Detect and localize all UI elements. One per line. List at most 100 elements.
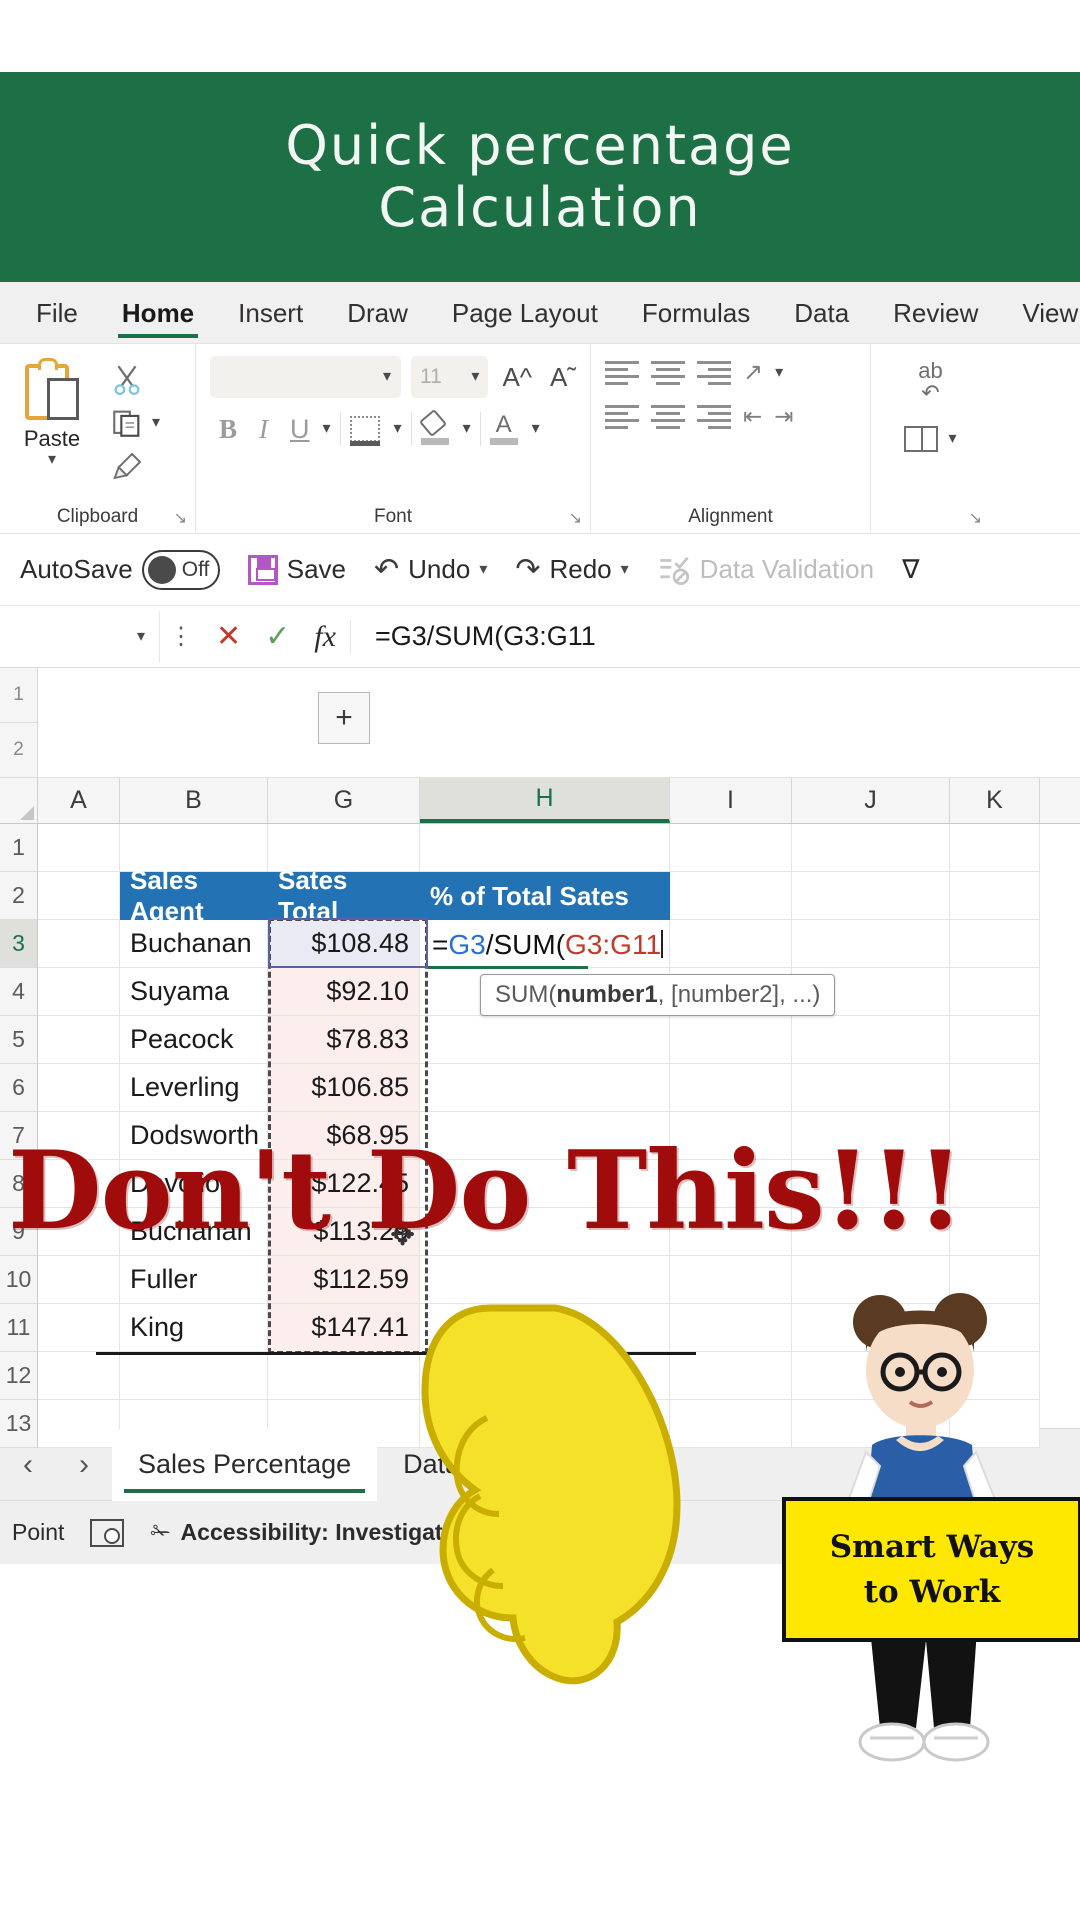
- cell-i5[interactable]: [670, 1016, 792, 1064]
- wrap-text-icon[interactable]: ab ↶: [918, 360, 942, 404]
- ribbon-tab-formulas[interactable]: Formulas: [620, 282, 772, 344]
- bold-button[interactable]: B: [210, 414, 246, 445]
- ribbon-tab-page-layout[interactable]: Page Layout: [430, 282, 620, 344]
- cell-k9[interactable]: [950, 1208, 1040, 1256]
- merge-center-icon[interactable]: [904, 426, 939, 452]
- cell-k3[interactable]: [950, 920, 1040, 968]
- qat-more-button[interactable]: ∇: [888, 554, 933, 585]
- select-all-corner[interactable]: [0, 778, 38, 823]
- align-right-icon[interactable]: [697, 404, 731, 429]
- ribbon-tab-home[interactable]: Home: [100, 282, 216, 344]
- font-name-input[interactable]: ▾: [210, 356, 402, 398]
- cell-i10[interactable]: [670, 1256, 792, 1304]
- cell-i1[interactable]: [670, 824, 792, 872]
- cell-h10[interactable]: [420, 1256, 670, 1304]
- underline-button[interactable]: U: [281, 414, 319, 445]
- chevron-down-icon[interactable]: ▾: [479, 561, 487, 578]
- row-header-11[interactable]: 11: [0, 1304, 37, 1352]
- cell-k2[interactable]: [950, 872, 1040, 920]
- cell-formula-editor[interactable]: =G3/SUM(G3:G11: [430, 928, 666, 961]
- header-percent-of-total[interactable]: % of Total Sates: [420, 872, 670, 920]
- cell-j2[interactable]: [792, 872, 950, 920]
- cell-k7[interactable]: [950, 1112, 1040, 1160]
- grow-font-button[interactable]: A^: [498, 362, 536, 393]
- column-header-j[interactable]: J: [792, 778, 950, 823]
- cell-j1[interactable]: [792, 824, 950, 872]
- cell-a12[interactable]: [38, 1352, 120, 1400]
- shrink-font-button[interactable]: A˜: [546, 362, 580, 393]
- cell-i6[interactable]: [670, 1064, 792, 1112]
- header-sales-agent[interactable]: Sales Agent: [120, 865, 268, 926]
- formula-bar-options-button[interactable]: ⋮: [160, 622, 202, 651]
- cell-j3[interactable]: [792, 920, 950, 968]
- row-header-12[interactable]: 12: [0, 1352, 37, 1400]
- paste-button[interactable]: Paste ▾: [0, 352, 104, 502]
- data-validation-button[interactable]: Data Validation: [643, 554, 888, 585]
- cancel-formula-button[interactable]: ✕: [202, 619, 255, 654]
- row-header-3[interactable]: 3: [0, 920, 37, 968]
- cell-a3[interactable]: [38, 920, 120, 968]
- undo-button[interactable]: ↶ Undo ▾: [360, 552, 501, 587]
- column-header-a[interactable]: A: [38, 778, 120, 823]
- cell-i3[interactable]: [670, 920, 792, 968]
- cell-b10[interactable]: Fuller: [120, 1256, 268, 1304]
- ribbon-tab-insert[interactable]: Insert: [216, 282, 325, 344]
- cell-b6[interactable]: Leverling: [120, 1064, 268, 1112]
- cell-a5[interactable]: [38, 1016, 120, 1064]
- cell-g5[interactable]: $78.83: [268, 1016, 420, 1064]
- autosave-toggle[interactable]: Off: [141, 549, 220, 590]
- cell-k8[interactable]: [950, 1160, 1040, 1208]
- align-top-icon[interactable]: [605, 360, 639, 385]
- ribbon-tab-file[interactable]: File: [14, 282, 100, 344]
- cell-h6[interactable]: [420, 1064, 670, 1112]
- align-middle-icon[interactable]: [651, 360, 685, 385]
- column-header-b[interactable]: B: [120, 778, 268, 823]
- cell-a6[interactable]: [38, 1064, 120, 1112]
- column-header-g[interactable]: G: [268, 778, 420, 823]
- column-header-k[interactable]: K: [950, 778, 1040, 823]
- row-header-1[interactable]: 1: [0, 824, 37, 872]
- cell-g4[interactable]: $92.10: [268, 968, 420, 1016]
- chevron-down-icon[interactable]: ▾: [394, 421, 402, 437]
- align-left-icon[interactable]: [605, 404, 639, 429]
- cell-b4[interactable]: Suyama: [120, 968, 268, 1016]
- next-sheet-button[interactable]: ›: [56, 1448, 112, 1482]
- alignment-dialog-launcher[interactable]: ↘: [969, 508, 982, 528]
- chevron-down-icon[interactable]: ▾: [775, 364, 783, 381]
- cell-b5[interactable]: Peacock: [120, 1016, 268, 1064]
- enter-formula-button[interactable]: ✓: [255, 619, 300, 654]
- orientation-icon[interactable]: ↗: [743, 358, 763, 387]
- cell-b12[interactable]: [120, 1352, 268, 1400]
- format-painter-button[interactable]: [110, 450, 146, 482]
- row-header-2[interactable]: 2: [0, 872, 37, 920]
- chevron-down-icon[interactable]: ▾: [621, 561, 629, 578]
- cell-h1[interactable]: [420, 824, 670, 872]
- cell-k4[interactable]: [950, 968, 1040, 1016]
- cell-b11[interactable]: King: [120, 1304, 268, 1352]
- cell-g10[interactable]: $112.59: [268, 1256, 420, 1304]
- ribbon-tab-data[interactable]: Data: [772, 282, 871, 344]
- fill-color-icon[interactable]: [418, 408, 449, 445]
- cell-h5[interactable]: [420, 1016, 670, 1064]
- row-header-4[interactable]: 4: [0, 968, 37, 1016]
- chevron-down-icon[interactable]: ▾: [463, 421, 471, 437]
- cell-a11[interactable]: [38, 1304, 120, 1352]
- column-header-i[interactable]: I: [670, 778, 792, 823]
- cell-k1[interactable]: [950, 824, 1040, 872]
- cell-g3[interactable]: $108.48: [268, 920, 420, 968]
- cell-a4[interactable]: [38, 968, 120, 1016]
- chevron-down-icon[interactable]: ▾: [383, 369, 391, 385]
- cell-i2[interactable]: [670, 872, 792, 920]
- row-header-13[interactable]: 13: [0, 1400, 37, 1448]
- chevron-down-icon[interactable]: ▾: [152, 415, 160, 431]
- cut-button[interactable]: [110, 362, 144, 396]
- font-dialog-launcher[interactable]: ↘: [569, 508, 582, 528]
- cell-a10[interactable]: [38, 1256, 120, 1304]
- cell-a1[interactable]: [38, 824, 120, 872]
- chevron-down-icon[interactable]: ▾: [948, 431, 956, 447]
- save-button[interactable]: Save: [234, 554, 360, 585]
- header-sales-total[interactable]: Sates Total: [268, 865, 420, 926]
- cell-k6[interactable]: [950, 1064, 1040, 1112]
- cell-g6[interactable]: $106.85: [268, 1064, 420, 1112]
- clipboard-dialog-launcher[interactable]: ↘: [174, 508, 187, 528]
